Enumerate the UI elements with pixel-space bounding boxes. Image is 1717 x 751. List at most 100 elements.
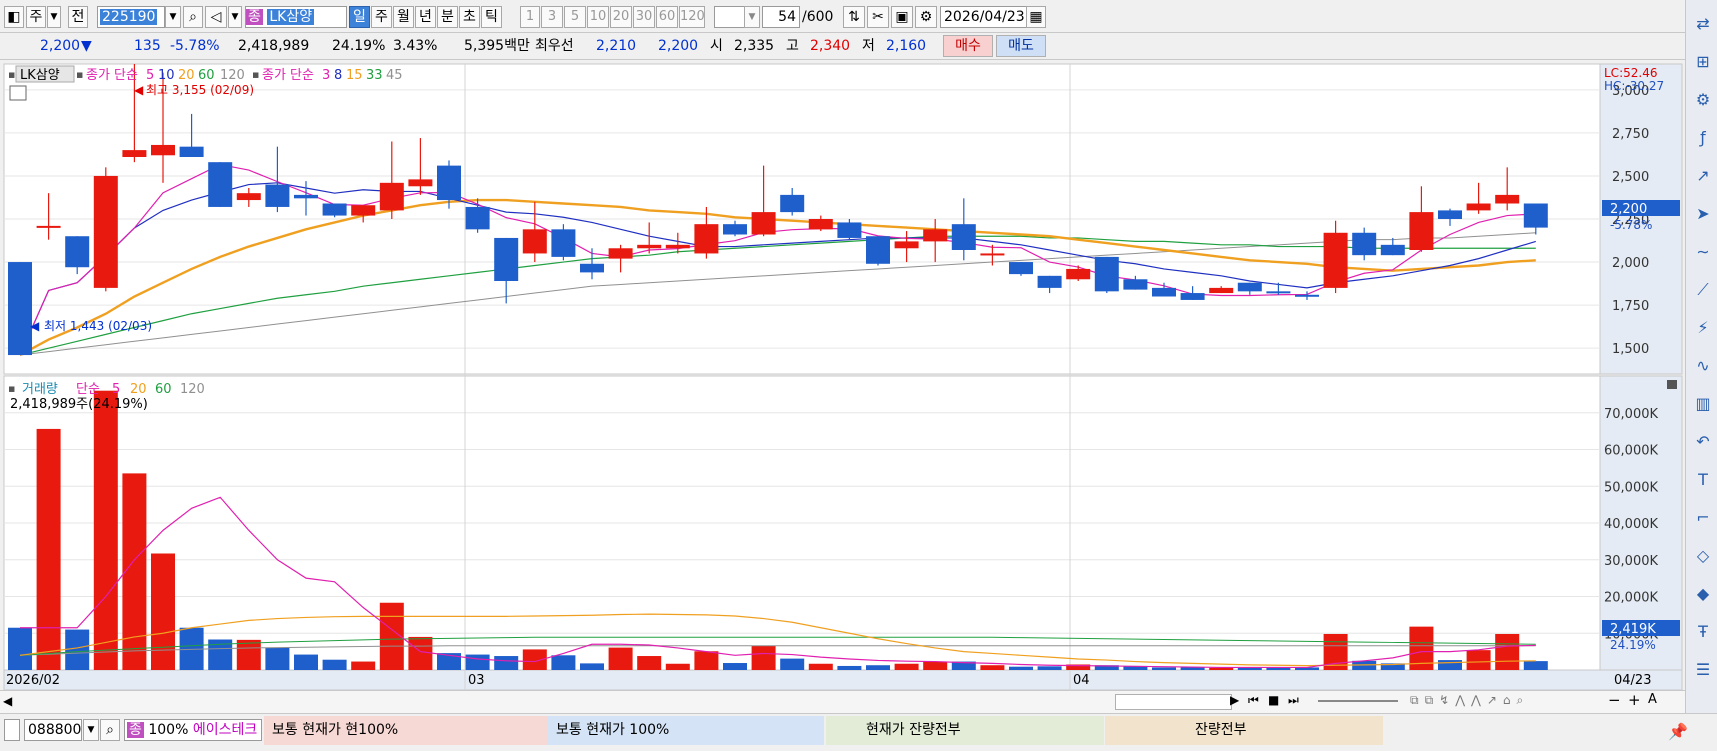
- panel-collapse-icon[interactable]: [1667, 380, 1677, 389]
- volume-bar: [837, 665, 862, 670]
- interval-tab-1[interactable]: 1: [520, 6, 540, 28]
- bottom-stock-field[interactable]: 종 100% 에이스테크: [124, 719, 262, 741]
- candle-icon[interactable]: ▥: [1691, 392, 1715, 416]
- scroll-right-icon[interactable]: ▶: [1230, 693, 1239, 707]
- open-label: 시: [710, 38, 723, 54]
- auto-icon[interactable]: ⚡: [1691, 316, 1715, 340]
- refresh-icon[interactable]: ⇄: [1691, 12, 1715, 36]
- volume-bar: [1209, 667, 1234, 670]
- chevron-down-icon[interactable]: ▼: [744, 6, 760, 28]
- volume-bar: [894, 663, 919, 670]
- cursor-icon[interactable]: ➤: [1691, 202, 1715, 226]
- grid-toggle-icon[interactable]: [9, 85, 27, 101]
- change-arrow: ▼: [81, 38, 92, 54]
- last-icon[interactable]: ⏭: [1288, 693, 1299, 708]
- first-icon[interactable]: ⏮: [1248, 693, 1259, 708]
- period-tab-5[interactable]: 초: [459, 6, 480, 28]
- chevron-down-icon[interactable]: ▼: [83, 719, 99, 741]
- pin-icon[interactable]: 📌: [1668, 722, 1688, 741]
- period-tab-1[interactable]: 주: [371, 6, 392, 28]
- candle-body: [1295, 294, 1319, 297]
- code-dropdown-icon[interactable]: ▼: [165, 6, 181, 28]
- drawing-tools-icon[interactable]: ⧉⧉↯⋀⋀↗⌂⌕: [1410, 693, 1529, 708]
- tools-icon[interactable]: ✂: [867, 6, 889, 28]
- period-left-button[interactable]: 주: [26, 6, 46, 28]
- period-tab-0[interactable]: 일: [349, 6, 370, 28]
- period-tab-4[interactable]: 분: [437, 6, 458, 28]
- ma2-period-8: 8: [334, 68, 342, 83]
- bottom-checkbox[interactable]: [4, 719, 20, 741]
- order-section-sell[interactable]: 보통 현재가 100%: [548, 716, 824, 745]
- gear-icon[interactable]: ⚙: [915, 6, 937, 28]
- interval-tab-20[interactable]: 20: [610, 6, 632, 28]
- ma2-label: 종가 단순: [262, 68, 314, 83]
- x-axis-bar: [3, 669, 1683, 690]
- hc-readout: HC:-30.27: [1604, 79, 1664, 93]
- compare-icon[interactable]: ⇅: [843, 6, 865, 28]
- volume-bar: [351, 661, 376, 670]
- stop-icon[interactable]: ■: [1268, 693, 1279, 707]
- interval-tab-5[interactable]: 5: [564, 6, 586, 28]
- interval-tab-30[interactable]: 30: [633, 6, 655, 28]
- trend-icon[interactable]: ⟋: [1691, 278, 1715, 302]
- sell-button[interactable]: 매도: [996, 35, 1046, 57]
- scroll-thumb[interactable]: [1115, 694, 1232, 710]
- volume-bar: [494, 656, 519, 670]
- undo-icon[interactable]: ↶: [1691, 430, 1715, 454]
- chevron-down-icon[interactable]: ▼: [228, 6, 242, 28]
- buy-button[interactable]: 매수: [943, 35, 993, 57]
- eraser-icon[interactable]: ◇: [1691, 544, 1715, 568]
- table-icon[interactable]: ☰: [1691, 658, 1715, 682]
- search-icon[interactable]: ⌕: [100, 719, 120, 741]
- x-label-end: 04/23: [1614, 673, 1651, 688]
- bottom-code-input[interactable]: 088800: [24, 719, 82, 741]
- interval-tab-10[interactable]: 10: [587, 6, 609, 28]
- panel-toggle-icon[interactable]: ◧: [4, 6, 24, 28]
- order-section-cancel[interactable]: 잔량전부: [1105, 716, 1383, 745]
- layout-icon[interactable]: ⊞: [1691, 50, 1715, 74]
- chart-toolbar: ◧ 주 ▼ 전 225190 ▼ ⌕ ◁ ▼ 종 LK삼양 일주월년분초틱 13…: [0, 2, 1685, 33]
- volume-info: 2,418,989주(24.19%): [10, 397, 148, 412]
- formula-icon[interactable]: ƒ: [1691, 126, 1715, 150]
- zoom-out-icon[interactable]: −: [1608, 691, 1621, 709]
- interval-tab-3[interactable]: 3: [541, 6, 563, 28]
- search-icon[interactable]: ⌕: [183, 6, 203, 28]
- indicator-icon[interactable]: ↗: [1691, 164, 1715, 188]
- candle-body: [894, 241, 919, 249]
- settings-icon[interactable]: ⚙: [1691, 88, 1715, 112]
- candle-body: [1409, 212, 1434, 250]
- erase-all-icon[interactable]: ◆: [1691, 582, 1715, 606]
- candle-body: [1323, 232, 1348, 288]
- date-input[interactable]: 2026/04/23: [940, 6, 1028, 28]
- font-icon[interactable]: A: [1648, 692, 1657, 707]
- count-input[interactable]: 54: [762, 6, 800, 28]
- order-section-modify[interactable]: 현재가 잔량전부: [826, 716, 1104, 745]
- text-tool-icon[interactable]: T: [1691, 468, 1715, 492]
- price-tick-label: 2,750: [1612, 127, 1649, 142]
- speaker-icon[interactable]: ◁: [205, 6, 227, 28]
- period-tab-6[interactable]: 틱: [481, 6, 502, 28]
- interval-tab-120[interactable]: 120: [679, 6, 705, 28]
- period-tab-3[interactable]: 년: [415, 6, 436, 28]
- low-label: 저: [862, 38, 875, 54]
- zoom-slider[interactable]: [1318, 700, 1398, 702]
- stock-name-field[interactable]: 종 LK삼양: [245, 6, 347, 28]
- legend-square-icon: ▪: [8, 68, 15, 81]
- save-icon[interactable]: ▣: [891, 6, 913, 28]
- text-box-icon[interactable]: Ŧ: [1691, 620, 1715, 644]
- bracket-icon[interactable]: ⌐: [1691, 506, 1715, 530]
- line-tool-icon[interactable]: ∼: [1691, 240, 1715, 264]
- chevron-down-icon[interactable]: ▼: [47, 6, 61, 28]
- stock-code-input[interactable]: 225190: [97, 6, 165, 28]
- prev-button[interactable]: 전: [68, 6, 88, 28]
- chart-scrollbar[interactable]: ◀ ▶ ⏮ ■ ⏭ ⧉⧉↯⋀⋀↗⌂⌕ − + A: [0, 690, 1685, 713]
- calendar-icon[interactable]: ▦: [1026, 6, 1046, 28]
- order-section-buy[interactable]: 보통 현재가 현100%: [264, 716, 548, 745]
- interval-tab-60[interactable]: 60: [656, 6, 678, 28]
- zoom-in-icon[interactable]: +: [1628, 691, 1641, 709]
- change-percent: -5.78%: [170, 38, 220, 54]
- scroll-left-icon[interactable]: ◀: [3, 694, 12, 708]
- wave-icon[interactable]: ∿: [1691, 354, 1715, 378]
- low-annotation: 최저 1,443 (02/03): [44, 319, 152, 333]
- period-tab-2[interactable]: 월: [393, 6, 414, 28]
